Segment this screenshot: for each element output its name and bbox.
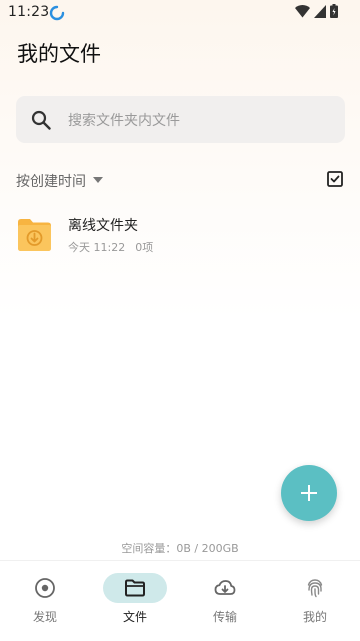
page-title: 我的文件 bbox=[17, 42, 101, 66]
offline-folder-icon bbox=[18, 219, 51, 251]
status-icons bbox=[295, 4, 338, 18]
sort-row: 按创建时间 bbox=[16, 168, 344, 192]
nav-label-me: 我的 bbox=[302, 610, 327, 624]
storage-capacity: 空间容量：0B / 200GB bbox=[121, 542, 239, 555]
sort-dropdown[interactable]: 按创建时间 bbox=[16, 171, 86, 191]
file-meta: 今天 11:22 0项 bbox=[68, 239, 153, 255]
bottom-nav: 发现 文件 传输 我的 bbox=[0, 560, 360, 641]
nav-item-transfer[interactable]: 传输 bbox=[180, 561, 270, 641]
nav-label-files: 文件 bbox=[122, 610, 147, 624]
chevron-down-icon[interactable] bbox=[93, 177, 103, 183]
checkbox-select-icon[interactable] bbox=[326, 170, 344, 188]
wifi-icon bbox=[295, 4, 310, 17]
search-placeholder: 搜索文件夹内文件 bbox=[68, 113, 180, 129]
folder-icon bbox=[125, 579, 145, 597]
nav-label-discover: 发现 bbox=[32, 610, 57, 624]
sync-icon bbox=[49, 5, 65, 21]
signal-icon bbox=[314, 4, 326, 18]
nav-item-discover[interactable]: 发现 bbox=[0, 561, 90, 641]
file-date: 今天 11:22 bbox=[68, 241, 126, 254]
add-button[interactable] bbox=[281, 465, 337, 521]
battery-icon bbox=[330, 4, 338, 18]
nav-item-me[interactable]: 我的 bbox=[270, 561, 360, 641]
cloud-transfer-icon bbox=[214, 580, 236, 595]
discover-icon bbox=[35, 578, 55, 598]
search-icon bbox=[31, 110, 51, 130]
file-name: 离线文件夹 bbox=[68, 218, 138, 234]
search-input[interactable]: 搜索文件夹内文件 bbox=[16, 96, 345, 143]
nav-item-files[interactable]: 文件 bbox=[90, 561, 180, 641]
status-bar: 11:23 bbox=[0, 0, 360, 26]
status-time: 11:23 bbox=[8, 4, 50, 20]
list-item[interactable]: 离线文件夹 今天 11:22 0项 bbox=[0, 210, 360, 262]
nav-label-transfer: 传输 bbox=[212, 610, 237, 624]
file-count: 0项 bbox=[135, 241, 154, 254]
fingerprint-icon bbox=[307, 579, 323, 598]
